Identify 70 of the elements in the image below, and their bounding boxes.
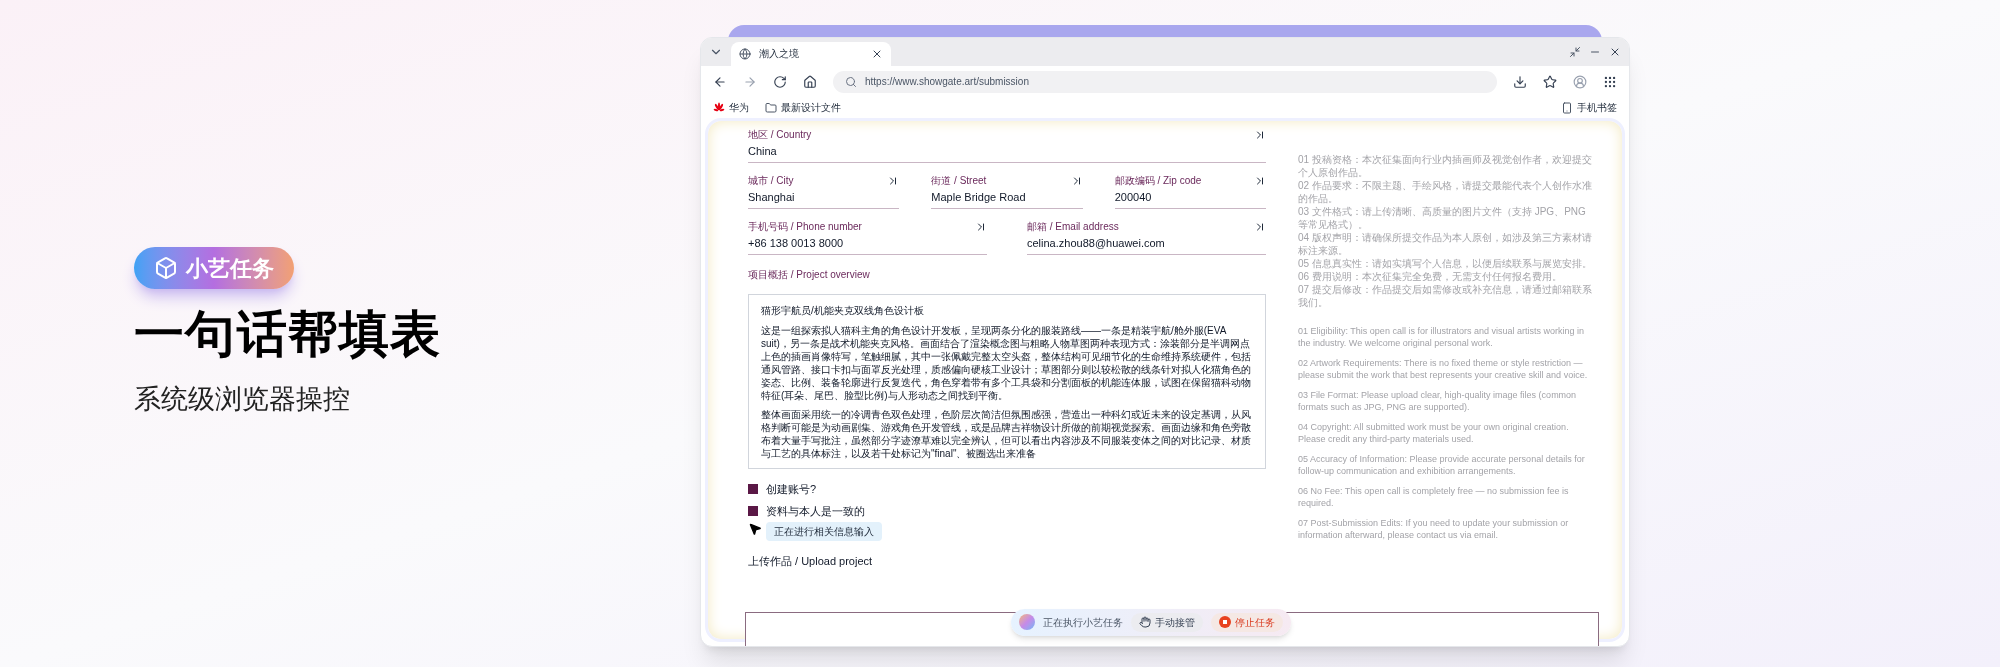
home-icon[interactable] (803, 74, 817, 89)
back-icon[interactable] (713, 74, 727, 89)
note-text: 04 版权声明：请确保所提交作品为本人原创，如涉及第三方素材请标注来源。 (1298, 230, 1593, 257)
cursor-icon (748, 521, 762, 536)
field-label: 街道 / Street (931, 174, 987, 187)
field-label: 地区 / Country (748, 128, 812, 141)
bookmark-link[interactable]: 华为 (729, 100, 749, 115)
overview-text-area[interactable] (748, 293, 1266, 469)
fill-icon[interactable] (1254, 174, 1266, 187)
task-status-text: 正在执行小艺任务 (1043, 615, 1123, 630)
note-text: 03 File Format: Please upload clear, high-quality image files (common formats such as JPG, PNG are supported). (1298, 388, 1578, 413)
profile-icon[interactable] (1573, 74, 1587, 89)
browser-tab[interactable]: 潮入之境 (731, 41, 891, 66)
input-field[interactable]: celina.zhou88@huawei.com (1027, 233, 1266, 255)
reload-icon[interactable] (773, 74, 787, 89)
note-text: 03 文件格式：请上传清晰、高质量的图片文件（支持 JPG、PNG 等常见格式）。 (1298, 204, 1587, 231)
section-heading: 上传作品 / Upload project (748, 553, 874, 569)
overview-paragraph: 这是一组探索拟人猫科主角的角色设计开发板，呈现两条分化的服装路线——一条是精装宇航/舱外服(EVA suit)，另一条是战术机能夹克风格。画面结合了渲染概念图与粗略人物草图两种表现方式：涂装部分是半调网点上色的插画肖像特写，笔触细腻，其中一张佩戴完整太空头盔，整体结构可见细节化的生命维持系统硬件，包括通风管路、接口卡扣与面罩反光处理，质感偏向硬核工业设计；草图部分则以较松散的线条针对拟人化猫角色的姿态、比例、装备轮廓进行反复迭代，角色穿着带有多个工具袋和分割面板的机能连体服，试图在保留猫科动物特征(耳朵、尾巴、脸型比例)与人形动态之间找到平衡。 (761, 323, 1252, 402)
note-text: 06 No Fee: This open call is completely free — no submission fee is required. (1298, 484, 1570, 509)
input-field[interactable]: Maple Bridge Road (931, 187, 1083, 209)
mobile-bookmarks-link[interactable]: 手机书签 (1577, 100, 1617, 115)
checkbox-label: 创建账号? (766, 481, 817, 497)
headline: 一句话帮填表 (134, 309, 443, 360)
field-label: 城市 / City (748, 174, 794, 187)
note-text: 05 信息真实性：请如实填写个人信息，以便后续联系与展览安排。 (1298, 256, 1593, 270)
overview-title: 猫形宇航员/机能夹克双线角色设计板 (761, 303, 925, 318)
input-field[interactable]: 200040 (1114, 187, 1266, 209)
phone-icon (1561, 101, 1573, 114)
field-label: 邮箱 / Email address (1027, 220, 1119, 233)
bookmark-link[interactable]: 最新设计文件 (781, 100, 841, 115)
tooltip: 正在进行相关信息输入 (766, 521, 882, 541)
globe-icon (739, 47, 751, 60)
input-field[interactable]: +86 138 0013 8000 (748, 233, 987, 255)
fill-icon[interactable] (1254, 128, 1266, 141)
hand-icon (1139, 616, 1151, 628)
download-icon[interactable] (1513, 74, 1527, 89)
input-field[interactable]: Shanghai (748, 187, 900, 209)
assistant-orb-icon (1019, 614, 1035, 630)
note-text: 02 作品要求：不限主题、手绘风格，请提交最能代表个人创作水准的作品。 (1298, 178, 1593, 205)
cube-icon (154, 256, 178, 281)
takeover-button[interactable]: 手动接管 (1131, 612, 1203, 632)
note-text: 04 Copyright: All submitted work must be your own original creation. Please credit any third-party materials used. (1298, 420, 1570, 445)
restore-icon[interactable] (1569, 45, 1581, 58)
star-icon[interactable] (1543, 74, 1557, 89)
address-bar[interactable]: https://www.showgate.art/submission (833, 70, 1497, 93)
field-label: 手机号码 / Phone number (748, 220, 862, 233)
checkbox[interactable] (748, 483, 758, 494)
fill-icon[interactable] (1254, 220, 1266, 233)
overview-paragraph: 整体画面采用统一的冷调青色双色处理，色阶层次简洁但氛围感强，营造出一种科幻或近未来的设定基调，从风格判断可能是为动画剧集、游戏角色开发管线，或是品牌吉祥物设计所做的前期视觉探索。画面边缘和角色旁散布着大量手写批注，虽然部分字迹潦草难以完全辨认，但可以看出内容涉及不同服装变体之间的对比记录、材质与工艺的具体标注，以及若干处标记为"final"、被圈选出来准备 (761, 407, 1252, 460)
task-badge: 小艺任务 (134, 247, 294, 290)
field-label: 邮政编码 / Zip code (1114, 174, 1202, 187)
note-text: 07 提交后修改：作品提交后如需修改或补充信息，请通过邮箱联系我们。 (1298, 282, 1593, 309)
field-label: 项目概括 / Project overview (748, 267, 871, 282)
note-text: 02 Artwork Requirements: There is no fixed theme or style restriction — please submit the work that best represents your creative skill and voice. (1298, 356, 1589, 381)
input-field[interactable]: China (748, 141, 1266, 163)
fill-icon[interactable] (975, 220, 987, 233)
checkbox[interactable] (748, 506, 758, 517)
search-icon (845, 75, 857, 88)
subtitle: 系统级浏览器操控 (134, 383, 351, 417)
note-text: 01 投稿资格：本次征集面向行业内插画师及视觉创作者，欢迎提交个人原创作品。 (1298, 152, 1593, 179)
note-text: 01 Eligibility: This open call is for illustrators and visual artists working in the industry. We welcome original personal work. (1298, 324, 1585, 349)
folder-icon (765, 101, 777, 114)
checkbox-label: 资料与本人是一致的 (766, 504, 865, 519)
note-text: 07 Post-Submission Edits: If you need to update your submission or information afterward, please contact us via email. (1298, 516, 1570, 541)
note-text: 05 Accuracy of Information: Please provide accurate personal details for follow-up communication and exhibition arrangements. (1298, 452, 1586, 477)
grid-icon[interactable] (1603, 74, 1617, 89)
flower-logo-icon (713, 101, 725, 114)
note-text: 06 费用说明：本次征集完全免费，无需支付任何报名费用。 (1298, 269, 1563, 283)
stop-task-button[interactable]: 停止任务 (1211, 612, 1283, 632)
stop-icon (1219, 616, 1231, 628)
